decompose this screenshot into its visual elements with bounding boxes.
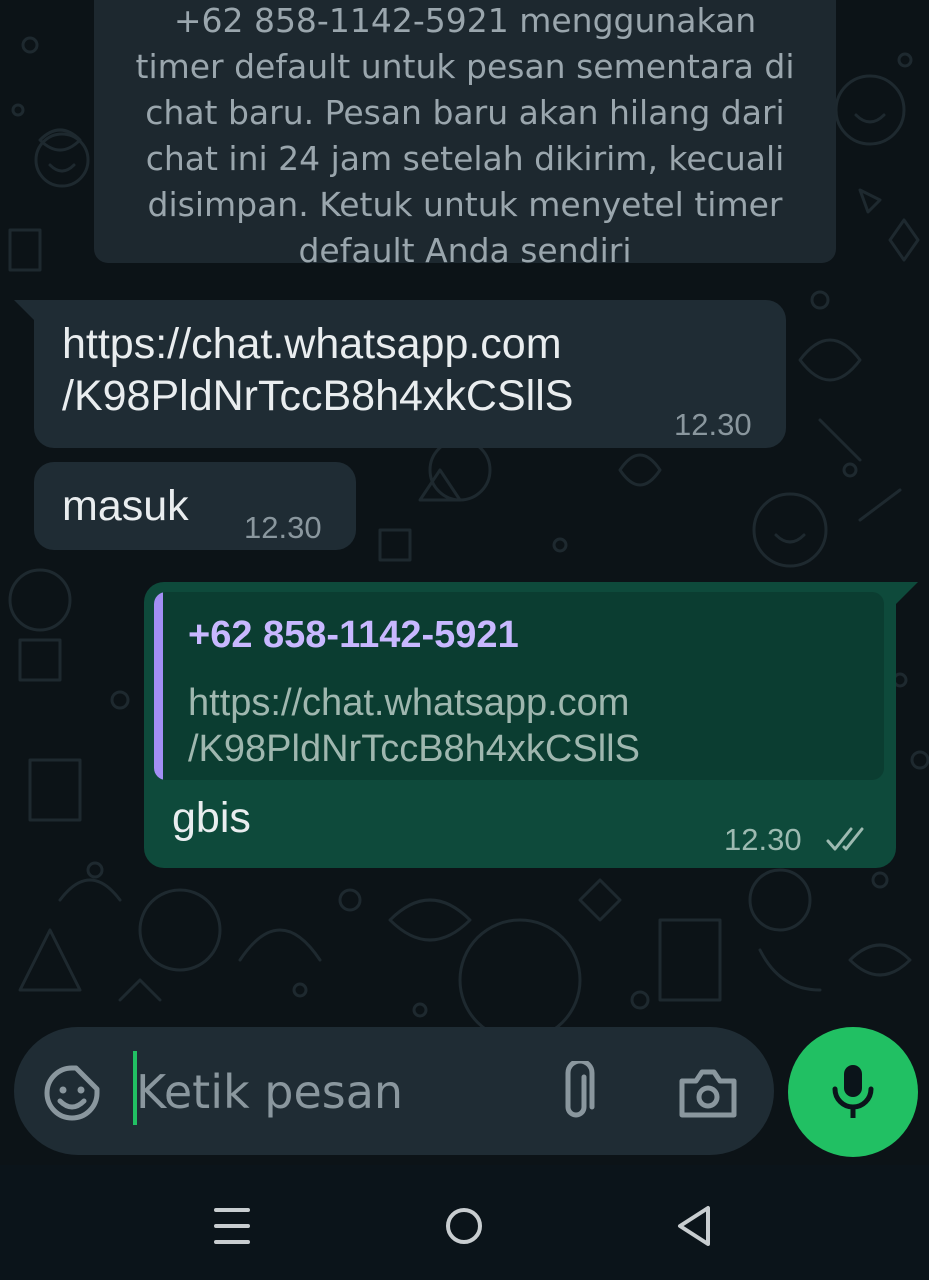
notice-line: default Anda sendiri xyxy=(298,231,632,270)
message-text[interactable]: https://chat.whatsapp.com /K98PldNrTccB8… xyxy=(62,318,573,422)
home-icon[interactable] xyxy=(444,1206,484,1246)
notice-line: timer default untuk pesan sementara di xyxy=(135,47,795,86)
notice-line: disimpan. Ketuk untuk menyetel timer xyxy=(147,185,783,224)
incoming-message[interactable]: masuk 12.30 xyxy=(34,462,356,550)
quoted-text: https://chat.whatsapp.com /K98PldNrTccB8… xyxy=(188,680,640,772)
quote-accent-bar xyxy=(154,592,163,780)
notice-line: chat baru. Pesan baru akan hilang dari xyxy=(145,93,785,132)
message-text: gbis xyxy=(172,794,251,842)
double-check-icon xyxy=(826,827,864,851)
paperclip-icon[interactable] xyxy=(554,1061,602,1123)
message-link-line: /K98PldNrTccB8h4xkCSllS xyxy=(62,372,574,420)
back-icon[interactable] xyxy=(676,1204,716,1248)
notice-line: +62 858-1142-5921 menggunakan xyxy=(173,1,757,40)
recent-apps-icon[interactable] xyxy=(212,1206,252,1246)
outgoing-bubble-tail xyxy=(896,582,918,604)
message-time: 12.30 xyxy=(674,407,752,442)
system-navigation-bar xyxy=(0,1168,929,1280)
message-link-line: https://chat.whatsapp.com xyxy=(62,320,562,368)
incoming-bubble-tail xyxy=(14,300,36,322)
camera-icon[interactable] xyxy=(678,1067,738,1119)
message-time: 12.30 xyxy=(724,822,802,857)
message-time: 12.30 xyxy=(244,510,322,545)
sticker-emoji-icon[interactable] xyxy=(42,1063,102,1123)
message-input[interactable] xyxy=(132,1049,536,1135)
microphone-icon xyxy=(832,1065,874,1118)
outgoing-message[interactable]: +62 858-1142-5921 https://chat.whatsapp.… xyxy=(144,582,896,868)
message-text: masuk xyxy=(62,482,189,530)
incoming-message-link[interactable]: https://chat.whatsapp.com /K98PldNrTccB8… xyxy=(34,300,786,448)
voice-record-button[interactable] xyxy=(788,1027,918,1157)
quoted-message[interactable]: +62 858-1142-5921 https://chat.whatsapp.… xyxy=(154,592,884,780)
notice-line: chat ini 24 jam setelah dikirim, kecuali xyxy=(145,139,785,178)
quoted-sender: +62 858-1142-5921 xyxy=(188,614,519,656)
quoted-line: https://chat.whatsapp.com xyxy=(188,682,630,724)
disappearing-messages-notice[interactable]: +62 858-1142-5921 menggunakan timer defa… xyxy=(94,0,836,270)
quoted-line: /K98PldNrTccB8h4xkCSllS xyxy=(188,728,640,770)
message-composer xyxy=(14,1027,774,1155)
